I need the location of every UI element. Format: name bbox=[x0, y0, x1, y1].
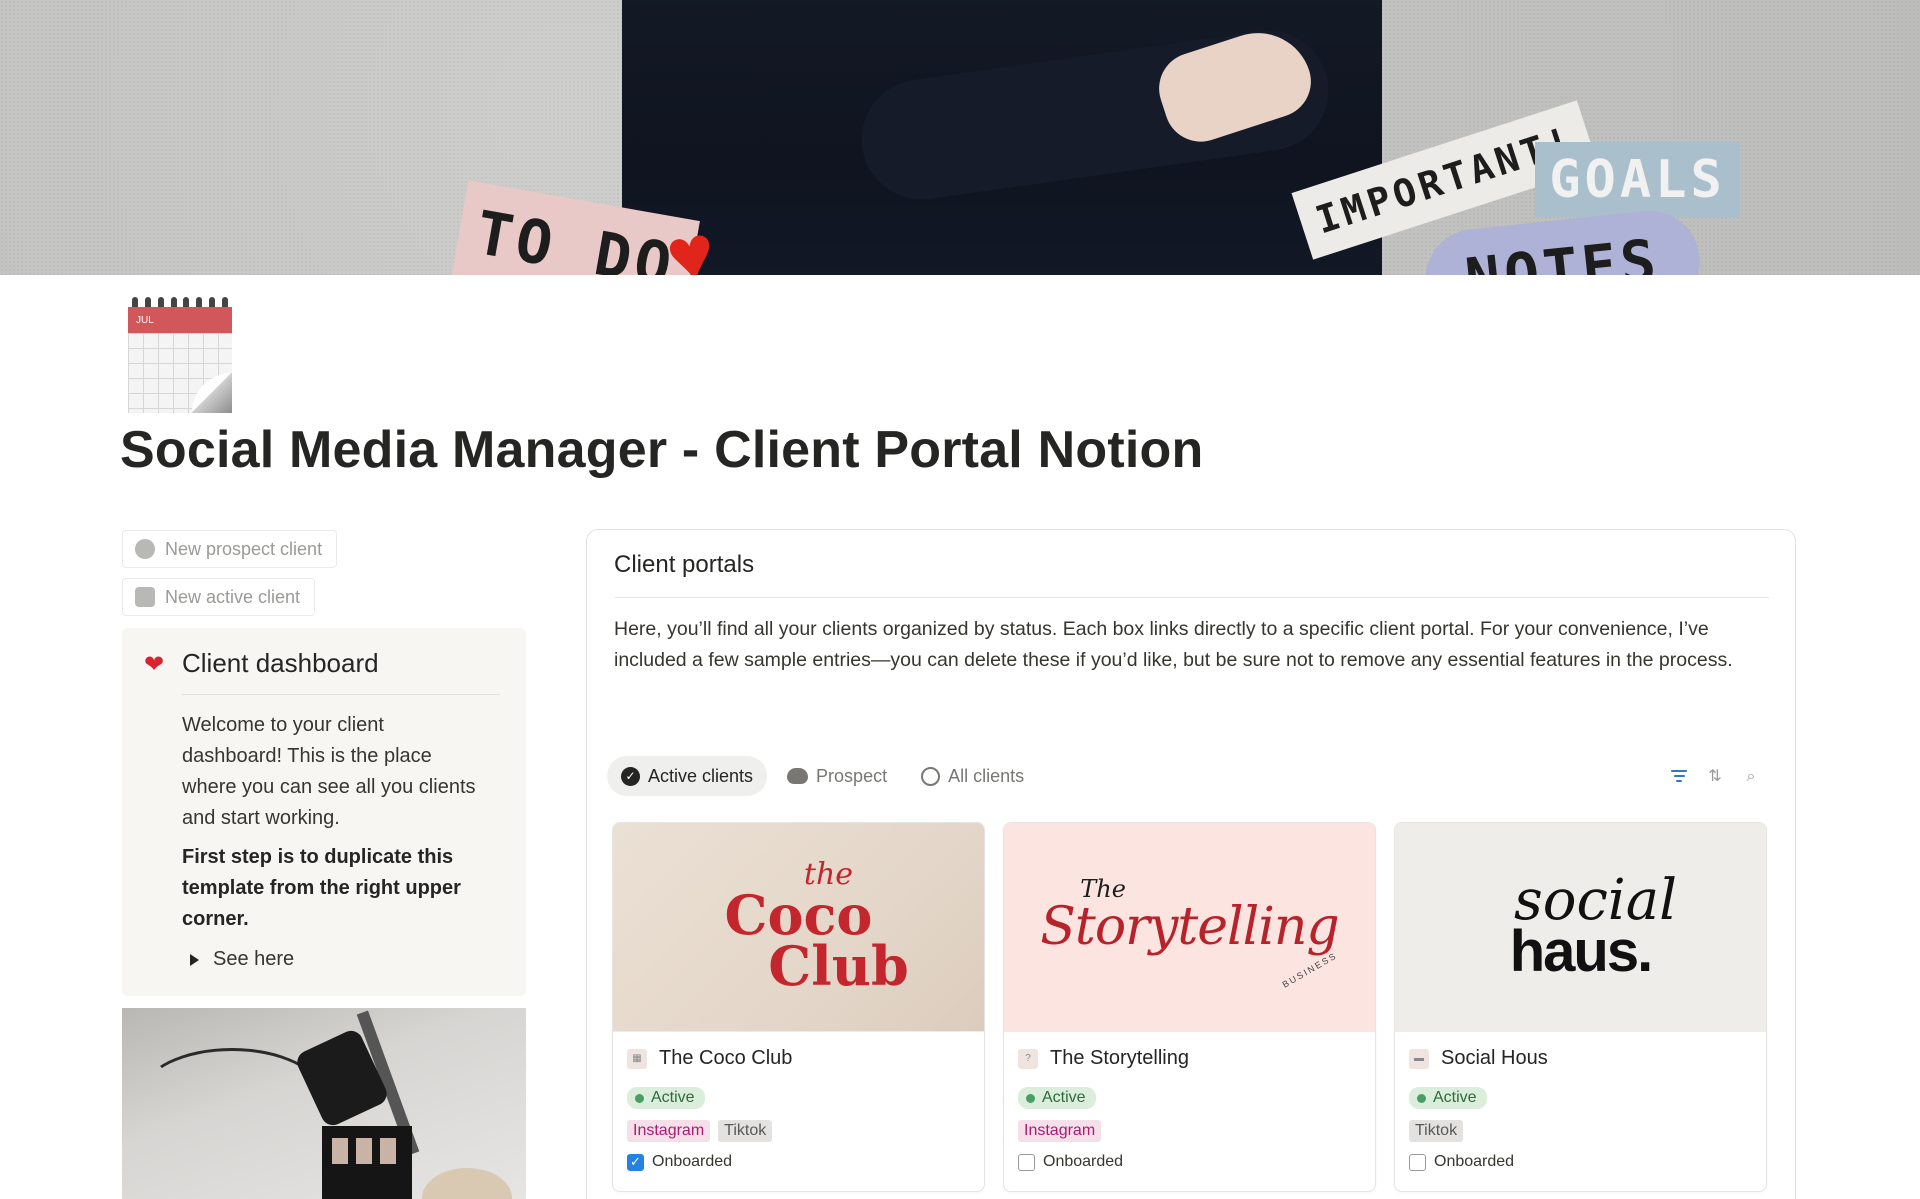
user-add-icon bbox=[135, 587, 155, 607]
client-card-cover: The Storytelling BUSINESS bbox=[1004, 823, 1375, 1032]
status-dot-icon bbox=[1417, 1093, 1426, 1103]
tag-tiktok: Tiktok bbox=[718, 1120, 773, 1142]
client-card-cover: the Coco Club bbox=[613, 823, 984, 1032]
status-badge: Active bbox=[1018, 1087, 1096, 1109]
new-active-client-button[interactable]: New active client bbox=[122, 578, 316, 616]
circle-icon bbox=[921, 766, 941, 786]
view-tabs: ✓ Active clients Prospect All clients bbox=[607, 756, 1038, 796]
onboarded-checkbox[interactable]: ✓ bbox=[627, 1153, 644, 1171]
photo-monitor bbox=[322, 1126, 412, 1199]
new-active-client-label: New active client bbox=[165, 586, 301, 607]
onboarded-property: Onboarded bbox=[1018, 1153, 1123, 1171]
client-name: The Storytelling bbox=[1050, 1047, 1189, 1069]
client-name-row: ▬ Social Hous bbox=[1409, 1047, 1548, 1070]
client-name-row: ▦ The Coco Club bbox=[627, 1047, 792, 1070]
client-portals-description: Here, you’ll find all your clients organ… bbox=[614, 618, 1733, 671]
heart-icon: ❤ bbox=[144, 651, 165, 678]
onboarded-label: Onboarded bbox=[1043, 1153, 1124, 1170]
tag-instagram: Instagram bbox=[627, 1120, 711, 1142]
coco-club-logo: the Coco Club bbox=[724, 857, 909, 999]
platform-tags: Instagram Tiktok bbox=[627, 1120, 773, 1142]
cloud-icon bbox=[787, 768, 809, 784]
client-portals-panel: Client portals Here, you’ll find all you… bbox=[586, 529, 1796, 1199]
see-here-toggle[interactable]: See here bbox=[190, 948, 294, 971]
onboarded-checkbox[interactable] bbox=[1018, 1153, 1035, 1171]
tag-instagram: Instagram bbox=[1018, 1120, 1102, 1142]
client-portals-title: Client portals bbox=[614, 551, 755, 578]
client-card[interactable]: the Coco Club ▦ The Coco Club Active Ins… bbox=[612, 822, 985, 1192]
status-dot-icon bbox=[1026, 1093, 1035, 1103]
platform-tags: Instagram bbox=[1018, 1120, 1102, 1142]
tab-label: All clients bbox=[948, 765, 1025, 786]
photo-person bbox=[422, 1168, 512, 1199]
toggle-triangle-icon bbox=[190, 953, 199, 966]
tab-prospect[interactable]: Prospect bbox=[773, 756, 901, 796]
divider bbox=[614, 597, 1769, 598]
new-prospect-client-label: New prospect client bbox=[165, 538, 323, 559]
heart-icon: ♥ bbox=[659, 206, 722, 275]
workspace-photo bbox=[122, 1008, 526, 1199]
status-label: Active bbox=[1042, 1089, 1086, 1106]
status-badge: Active bbox=[627, 1087, 705, 1109]
search-icon[interactable]: ⌕ bbox=[1741, 768, 1761, 786]
calendar-month: JUL bbox=[128, 307, 232, 333]
page-icon: ▦ bbox=[627, 1048, 647, 1069]
page-icon: ▬ bbox=[1409, 1048, 1429, 1069]
sticker-goals: GOALS bbox=[1535, 142, 1740, 217]
client-name: Social Hous bbox=[1441, 1047, 1548, 1069]
client-card[interactable]: The Storytelling BUSINESS ? The Storytel… bbox=[1003, 822, 1376, 1192]
see-here-label: See here bbox=[213, 948, 295, 970]
onboarded-checkbox[interactable] bbox=[1409, 1153, 1426, 1171]
status-label: Active bbox=[1433, 1089, 1477, 1106]
sort-icon[interactable]: ⇅ bbox=[1705, 768, 1725, 786]
status-badge: Active bbox=[1409, 1087, 1487, 1109]
onboarded-property: Onboarded bbox=[1409, 1153, 1514, 1171]
client-gallery: the Coco Club ▦ The Coco Club Active Ins… bbox=[612, 822, 1767, 1192]
view-toolbar: ⇅ ⌕ bbox=[1669, 768, 1761, 786]
onboarded-label: Onboarded bbox=[1434, 1153, 1515, 1170]
onboarded-property: ✓ Onboarded bbox=[627, 1153, 732, 1171]
tab-active-clients[interactable]: ✓ Active clients bbox=[607, 756, 768, 796]
tab-label: Active clients bbox=[648, 765, 754, 786]
calendar-icon[interactable]: JUL bbox=[128, 297, 232, 413]
client-dashboard-callout: ❤ Client dashboard Welcome to your clien… bbox=[122, 628, 526, 996]
cover-image: TO DO ♥ IMPORTANT! GOALS NOTES bbox=[0, 0, 1920, 275]
photo-cable bbox=[142, 1048, 322, 1138]
status-dot-icon bbox=[635, 1093, 644, 1103]
client-card-cover: social haus. bbox=[1395, 823, 1766, 1032]
welcome-text: Welcome to your client dashboard! This i… bbox=[182, 714, 476, 829]
client-card[interactable]: social haus. ▬ Social Hous Active Tiktok… bbox=[1394, 822, 1767, 1192]
first-step-text: First step is to duplicate this template… bbox=[182, 846, 461, 930]
new-prospect-client-button[interactable]: New prospect client bbox=[122, 530, 338, 568]
client-name: The Coco Club bbox=[659, 1047, 793, 1069]
client-name-row: ? The Storytelling bbox=[1018, 1047, 1189, 1070]
client-dashboard-title: Client dashboard bbox=[182, 648, 379, 678]
status-label: Active bbox=[651, 1089, 695, 1106]
filter-icon[interactable] bbox=[1669, 768, 1689, 786]
verified-check-icon: ✓ bbox=[621, 766, 640, 786]
page-icon: ? bbox=[1018, 1048, 1038, 1069]
storytelling-logo: The Storytelling BUSINESS bbox=[1040, 875, 1340, 990]
tab-all-clients[interactable]: All clients bbox=[907, 756, 1038, 796]
tab-label: Prospect bbox=[816, 765, 888, 786]
badge-icon bbox=[135, 539, 155, 559]
divider bbox=[182, 694, 500, 695]
page-title[interactable]: Social Media Manager - Client Portal Not… bbox=[120, 420, 1203, 480]
tag-tiktok: Tiktok bbox=[1409, 1120, 1464, 1142]
platform-tags: Tiktok bbox=[1409, 1120, 1464, 1142]
social-haus-logo: social haus. bbox=[1509, 867, 1678, 985]
onboarded-label: Onboarded bbox=[652, 1153, 733, 1170]
